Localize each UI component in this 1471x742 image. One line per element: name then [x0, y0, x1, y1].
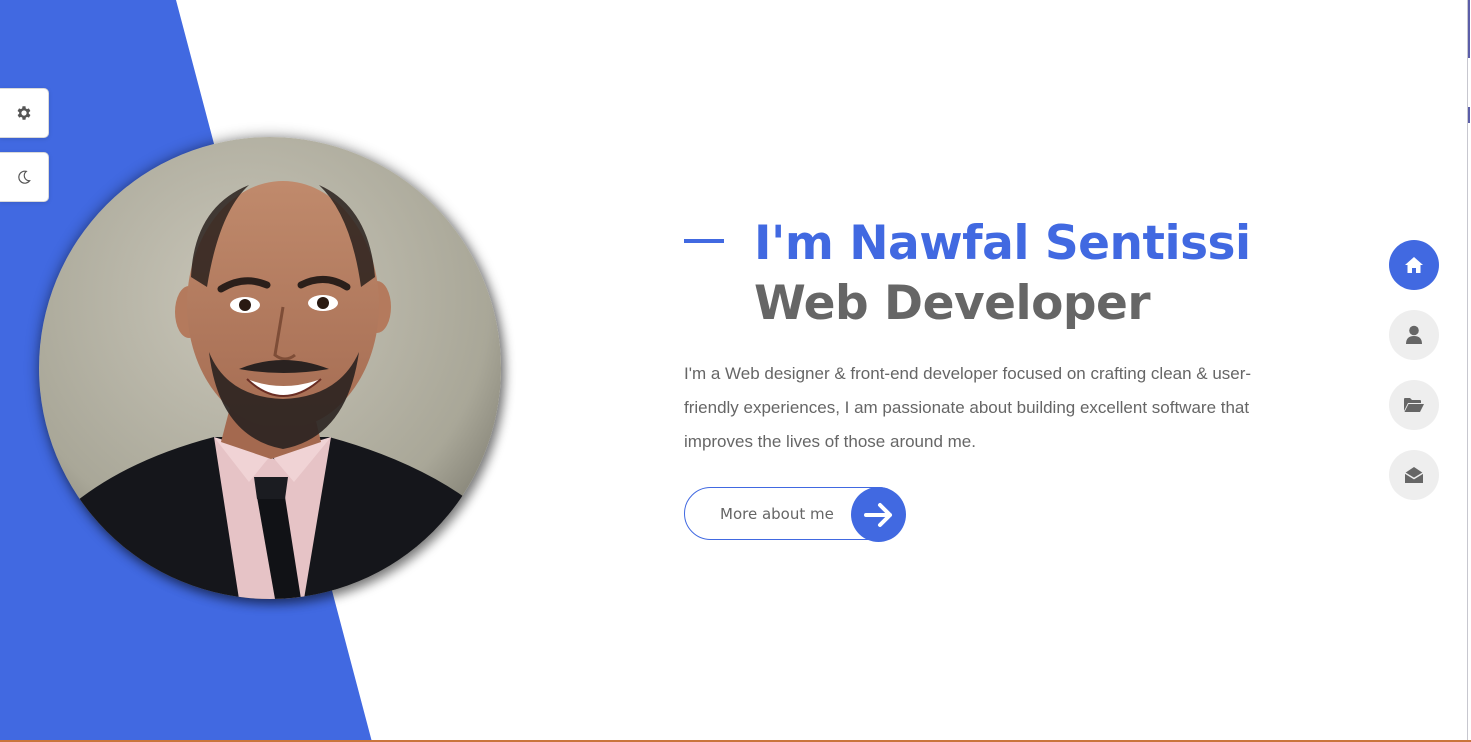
main-navigation	[1389, 240, 1439, 520]
dark-mode-toggle[interactable]	[0, 152, 49, 202]
profile-photo	[39, 137, 501, 599]
hero-description: I'm a Web designer & front-end developer…	[684, 364, 1252, 451]
more-about-me-button[interactable]: More about me	[684, 487, 906, 542]
envelope-open-icon	[1404, 467, 1424, 483]
profile-portrait	[39, 137, 501, 599]
title-accent-dash	[684, 239, 724, 243]
window-edge	[1467, 0, 1471, 742]
nav-contact[interactable]	[1389, 450, 1439, 500]
gear-icon	[17, 106, 31, 120]
nav-home[interactable]	[1389, 240, 1439, 290]
hero-name: I'm Nawfal Sentissi	[754, 216, 1251, 271]
folder-open-icon	[1404, 398, 1424, 412]
hero-intro: I'm Nawfal Sentissi Web Developer I'm a …	[684, 215, 1304, 459]
moon-icon	[18, 170, 31, 184]
hero-role: Web Developer	[754, 276, 1151, 331]
edge-mark-top	[1468, 0, 1470, 58]
nav-about[interactable]	[1389, 310, 1439, 360]
settings-button[interactable]	[0, 88, 49, 138]
nav-portfolio[interactable]	[1389, 380, 1439, 430]
user-icon	[1406, 325, 1422, 344]
home-page: I'm Nawfal Sentissi Web Developer I'm a …	[0, 0, 1471, 742]
home-icon	[1405, 257, 1423, 273]
edge-mark-middle	[1468, 107, 1470, 123]
arrow-right-icon	[851, 487, 906, 542]
more-about-me-label: More about me	[720, 505, 834, 523]
